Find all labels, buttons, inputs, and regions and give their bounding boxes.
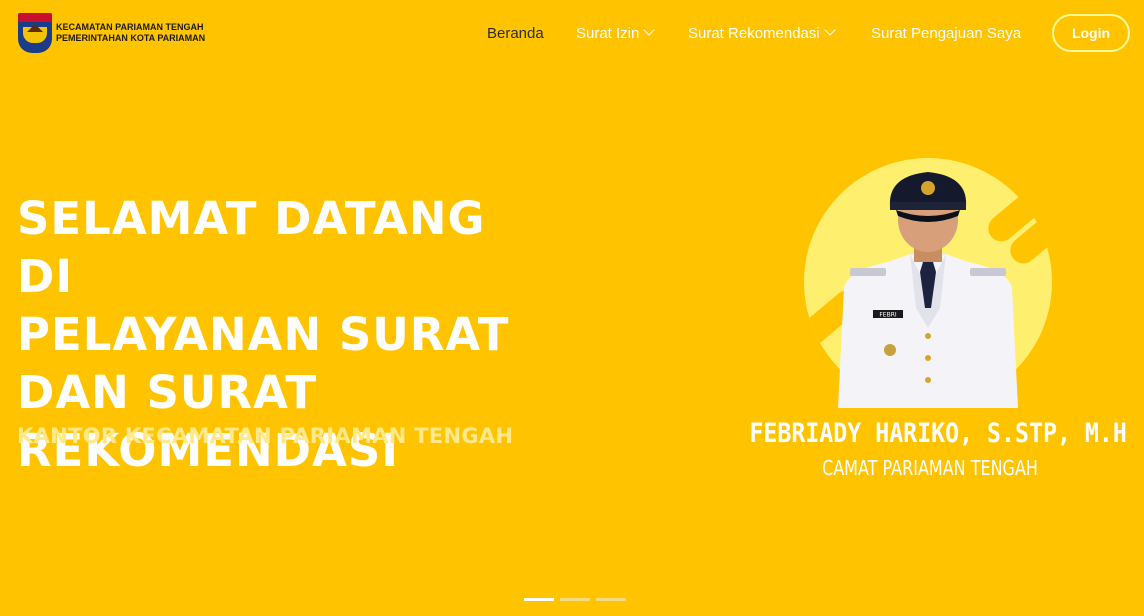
site-header: KECAMATAN PARIAMAN TENGAH PEMERINTAHAN K… [0, 0, 1144, 70]
carousel-indicator-2[interactable] [560, 598, 590, 601]
nav-beranda-label: Beranda [487, 25, 544, 42]
hero-title-line: DAN SURAT [17, 366, 318, 419]
nav-surat-pengajuan-saya-label: Surat Pengajuan Saya [871, 25, 1022, 42]
logo-line-1: KECAMATAN PARIAMAN TENGAH [56, 22, 204, 32]
carousel-indicator-3[interactable] [596, 598, 626, 601]
official-photo: FEBRI [838, 172, 1018, 408]
nav-beranda[interactable]: Beranda [487, 25, 544, 42]
chevron-down-icon [824, 24, 836, 36]
city-emblem-icon [18, 13, 52, 53]
official-name: FEBRIADY HARIKO, S.STP, M.H [749, 418, 1127, 449]
official-portrait: FEBRI [798, 158, 1058, 408]
logo-line-2: PEMERINTAHAN KOTA PARIAMAN [56, 33, 206, 43]
official-title: CAMAT PARIAMAN TENGAH [822, 456, 1038, 480]
nav-surat-rekomendasi[interactable]: Surat Rekomendasi [688, 24, 836, 42]
nav-surat-pengajuan-saya[interactable]: Surat Pengajuan Saya [871, 25, 1021, 42]
hero-title-line: SELAMAT DATANG DI [17, 192, 486, 303]
chevron-down-icon [643, 24, 656, 36]
carousel-indicator-1[interactable] [524, 598, 554, 601]
nav-surat-izin-label: Surat Izin [576, 25, 640, 42]
hero-subtitle: KANTOR KECAMATAN PARIAMAN TENGAH [17, 424, 514, 448]
hero-title-line: PELAYANAN SURAT [17, 308, 510, 361]
site-logo[interactable]: KECAMATAN PARIAMAN TENGAH PEMERINTAHAN K… [18, 13, 205, 53]
name-tag-text: FEBRI [879, 312, 897, 319]
nav-surat-rekomendasi-label: Surat Rekomendasi [688, 25, 820, 42]
logo-text: KECAMATAN PARIAMAN TENGAH PEMERINTAHAN K… [56, 22, 205, 44]
login-button[interactable]: Login [1052, 14, 1130, 52]
nav-surat-izin[interactable]: Surat Izin [576, 24, 656, 42]
